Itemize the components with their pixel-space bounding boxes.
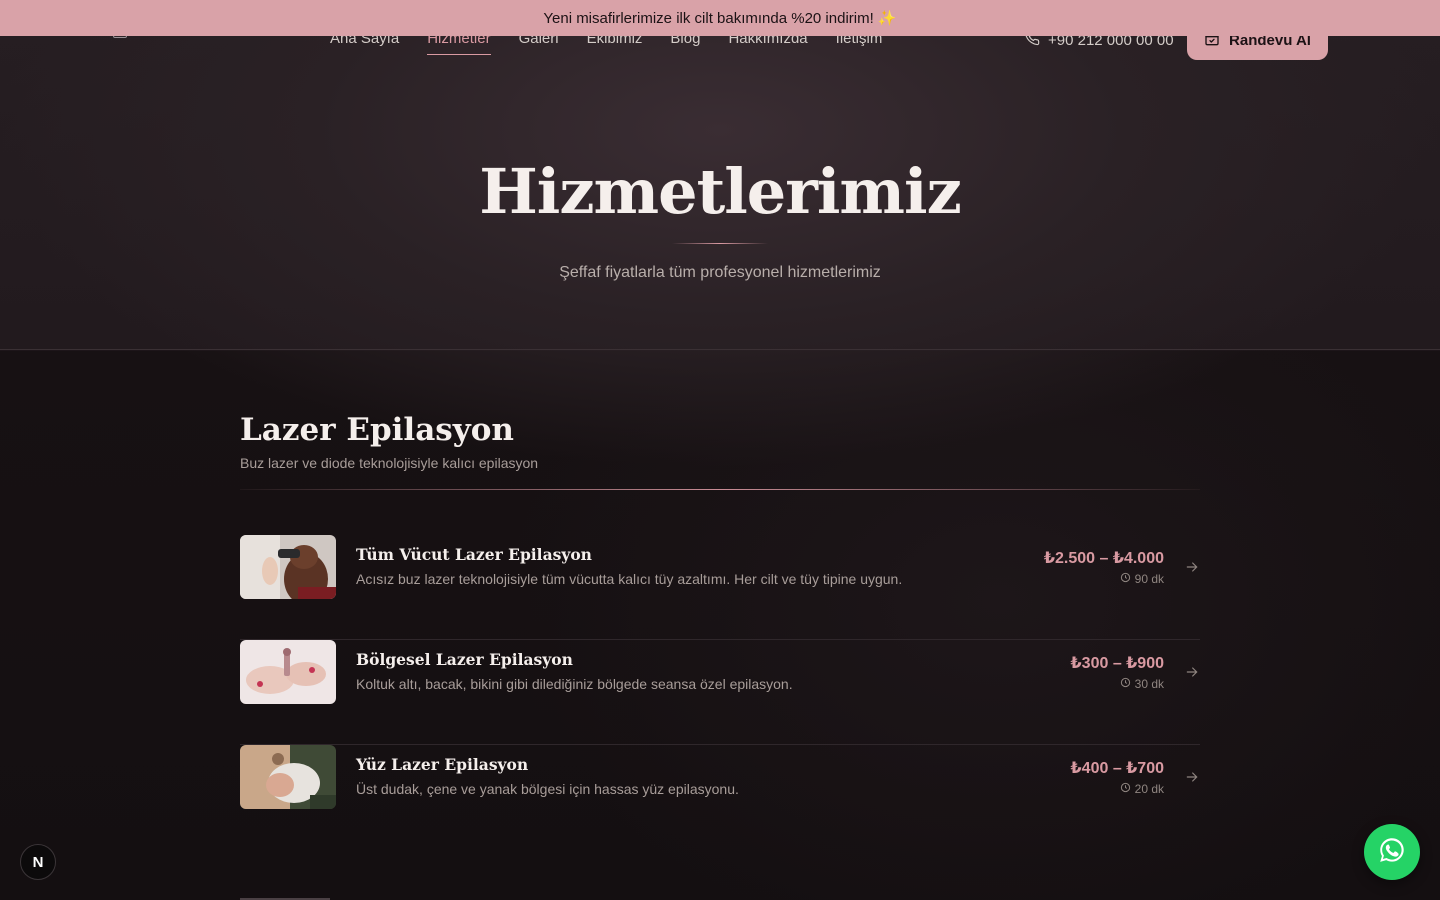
service-duration-text: 30 dk — [1134, 677, 1164, 691]
service-row[interactable]: Yüz Lazer Epilasyon Üst dudak, çene ve y… — [240, 745, 1200, 850]
whatsapp-button[interactable] — [1364, 824, 1420, 880]
service-description: Acısız buz lazer teknolojisiyle tüm vücu… — [356, 571, 903, 587]
service-duration-text: 20 dk — [1134, 782, 1164, 796]
clock-icon — [1120, 572, 1131, 586]
category-subtitle: Buz lazer ve diode teknolojisiyle kalıcı… — [240, 455, 539, 471]
service-name: Yüz Lazer Epilasyon — [356, 755, 529, 774]
arrow-right-icon[interactable] — [1184, 559, 1200, 575]
whatsapp-icon — [1377, 835, 1407, 870]
dev-tools-badge[interactable]: N — [20, 844, 56, 880]
service-duration-text: 90 dk — [1134, 572, 1164, 586]
title-underline — [672, 243, 768, 244]
service-thumbnail — [240, 745, 336, 809]
category-title: Lazer Epilasyon — [240, 412, 514, 448]
service-duration: 30 dk — [1120, 677, 1164, 691]
category-divider — [240, 489, 1200, 490]
announcement-bar: Yeni misafirlerimize ilk cilt bakımında … — [0, 0, 1440, 36]
service-duration: 90 dk — [1120, 572, 1164, 586]
service-price: ₺400 – ₺700 — [1070, 760, 1164, 777]
arrow-right-icon[interactable] — [1184, 769, 1200, 785]
service-description: Üst dudak, çene ve yanak bölgesi için ha… — [356, 781, 739, 797]
service-thumbnail — [240, 640, 336, 704]
clock-icon — [1120, 782, 1131, 796]
service-row[interactable]: Tüm Vücut Lazer Epilasyon Acısız buz laz… — [240, 535, 1200, 640]
service-name: Bölgesel Lazer Epilasyon — [356, 650, 573, 669]
service-description: Koltuk altı, bacak, bikini gibi dilediği… — [356, 676, 793, 692]
service-price: ₺2.500 – ₺4.000 — [1043, 550, 1164, 567]
next-section-heading-peek — [240, 890, 350, 900]
service-thumbnail — [240, 535, 336, 599]
page-title: Hizmetlerimiz — [479, 155, 962, 228]
service-name: Tüm Vücut Lazer Epilasyon — [356, 545, 592, 564]
service-price: ₺300 – ₺900 — [1070, 655, 1164, 672]
service-duration: 20 dk — [1120, 782, 1164, 796]
announcement-text: Yeni misafirlerimize ilk cilt bakımında … — [543, 10, 897, 27]
arrow-right-icon[interactable] — [1184, 664, 1200, 680]
section-divider — [0, 349, 1440, 350]
page-subtitle: Şeffaf fiyatlarla tüm profesyonel hizmet… — [559, 264, 881, 281]
clock-icon — [1120, 677, 1131, 691]
dev-tools-badge-label: N — [32, 853, 44, 871]
service-row[interactable]: Bölgesel Lazer Epilasyon Koltuk altı, ba… — [240, 640, 1200, 745]
